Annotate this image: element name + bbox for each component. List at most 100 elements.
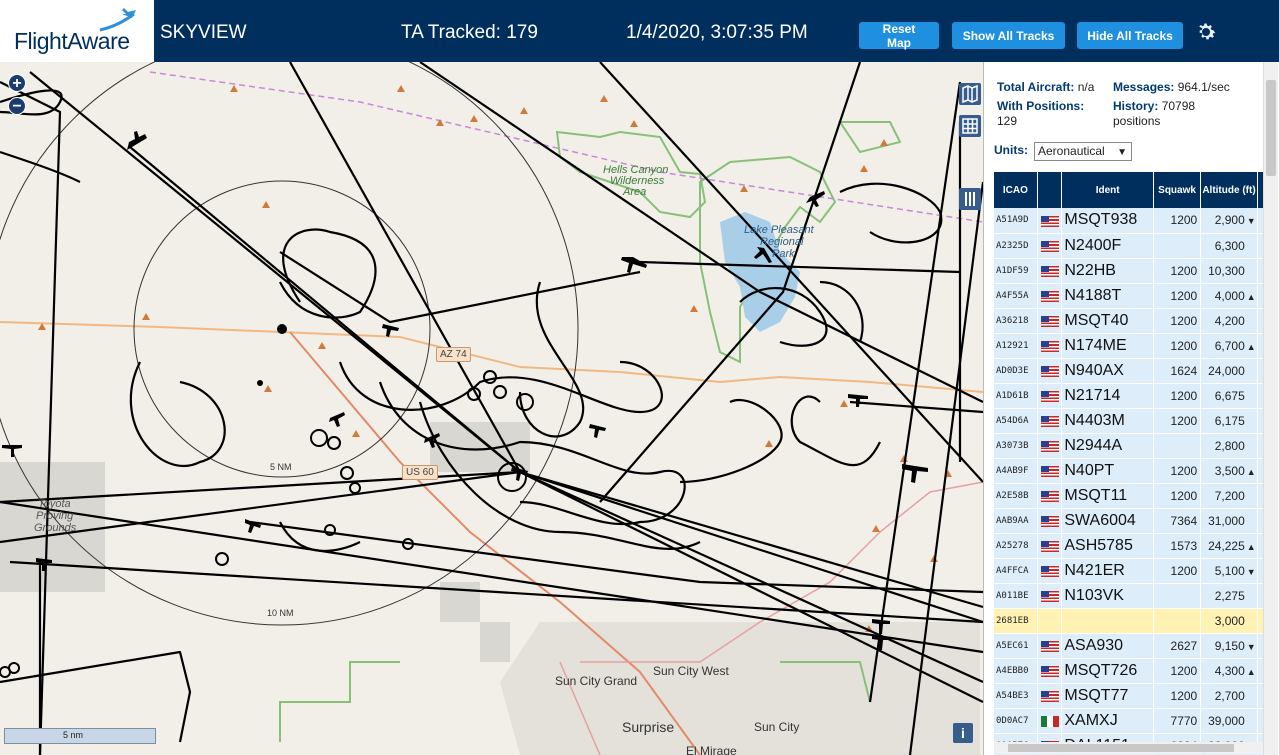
flag-usa-icon xyxy=(1040,415,1059,427)
cell-icao: A5EC61 xyxy=(994,633,1038,659)
zoom-out-button[interactable]: − xyxy=(8,97,26,115)
table-row[interactable]: AAB9AA SWA6004 7364 31,000 xyxy=(994,508,1265,534)
cell-flag xyxy=(1037,633,1063,659)
cell-squawk: 1200 xyxy=(1153,208,1202,234)
units-select[interactable]: Aeronautical ▼ xyxy=(1034,142,1132,161)
column-toggle-icon[interactable] xyxy=(959,188,981,210)
cell-ident: SWA6004 xyxy=(1061,508,1154,534)
cell-flag xyxy=(1037,258,1063,284)
zoom-in-button[interactable]: + xyxy=(8,74,26,92)
altitude-value: 2,700 xyxy=(1214,688,1245,703)
cell-flag xyxy=(1037,308,1063,334)
cell-squawk xyxy=(1153,233,1202,259)
table-row[interactable]: A2E58B MSQT11 1200 7,200 xyxy=(994,483,1265,509)
flag-usa-icon xyxy=(1040,490,1059,502)
columns-icon xyxy=(965,192,975,206)
cell-icao: A36218 xyxy=(994,308,1038,334)
cell-flag xyxy=(1037,408,1063,434)
cell-altitude: 24,225 ▲ xyxy=(1200,533,1258,559)
cell-icao: A1DF59 xyxy=(994,258,1038,284)
table-row[interactable]: A25278 ASH5785 1573 24,225 ▲ xyxy=(994,533,1265,559)
cell-squawk: 1200 xyxy=(1153,383,1202,409)
cell-flag xyxy=(1037,483,1063,509)
cell-flag xyxy=(1037,333,1063,359)
app-title: SKYVIEW xyxy=(160,22,247,43)
map-label-lake-pleasant: Lake Pleasant xyxy=(744,224,814,236)
table-row[interactable]: A54D6A N4403M 1200 6,175 xyxy=(994,408,1265,434)
cell-altitude: 6,675 xyxy=(1200,383,1258,409)
cell-squawk: 1200 xyxy=(1153,258,1202,284)
cell-squawk: 7364 xyxy=(1153,508,1202,534)
cell-icao: A51A9D xyxy=(994,208,1038,234)
gear-icon[interactable] xyxy=(1194,20,1218,44)
table-row[interactable]: A12921 N174ME 1200 6,700 ▲ xyxy=(994,333,1265,359)
table-row[interactable]: A4F55A N4188T 1200 4,000 ▲ xyxy=(994,283,1265,309)
map-layers-icon[interactable] xyxy=(959,83,981,105)
map-canvas[interactable] xyxy=(0,62,983,755)
vertical-rate-icon: ▼ xyxy=(1246,216,1256,227)
logo-text: FlightAware xyxy=(14,28,130,54)
map-scale-bar: 5 nm xyxy=(4,728,156,744)
cell-icao: A54D6A xyxy=(994,408,1038,434)
cell-squawk: 1200 xyxy=(1153,458,1202,484)
table-row[interactable]: A36218 MSQT40 1200 4,200 xyxy=(994,308,1265,334)
cell-squawk: 1200 xyxy=(1153,283,1202,309)
horizontal-scroll-thumb[interactable] xyxy=(1008,744,1234,752)
show-all-tracks-button[interactable]: Show All Tracks xyxy=(952,22,1065,49)
table-row[interactable]: A51A9D MSQT938 1200 2,900 ▼ xyxy=(994,208,1265,234)
cell-ident: MSQT726 xyxy=(1061,658,1154,684)
cell-ident: N22HB xyxy=(1061,258,1154,284)
grid-toggle-icon[interactable] xyxy=(959,115,981,137)
map-label-sun-city-grand: Sun City Grand xyxy=(555,674,638,688)
flag-usa-icon xyxy=(1040,565,1059,577)
messages-value: 964.1/sec xyxy=(1177,80,1230,94)
scale-label: 5 nm xyxy=(63,730,84,740)
cell-flag xyxy=(1037,683,1063,709)
vertical-rate-icon: ▲ xyxy=(1246,341,1256,352)
table-row[interactable]: A54BE3 MSQT77 1200 2,700 xyxy=(994,683,1265,709)
col-icao[interactable]: ICAO xyxy=(994,172,1038,208)
table-row[interactable]: A1DF59 N22HB 1200 10,300 xyxy=(994,258,1265,284)
altitude-value: 6,175 xyxy=(1214,413,1245,428)
current-datetime: 1/4/2020, 3:07:35 PM xyxy=(626,22,808,43)
table-row[interactable]: A2325D N2400F 6,300 xyxy=(994,233,1265,259)
table-row[interactable]: A011BE N103VK 2,275 xyxy=(994,583,1265,609)
scroll-thumb[interactable] xyxy=(1266,80,1276,176)
cell-flag xyxy=(1037,708,1063,734)
map-label-park: Park xyxy=(772,248,795,260)
table-row[interactable]: 2681EB 3,000 xyxy=(994,608,1265,634)
map-view[interactable]: Hells Canyon Wilderness Area Lake Pleasa… xyxy=(0,62,983,755)
panel-scrollbar[interactable] xyxy=(1263,62,1278,755)
reset-map-button[interactable]: Reset Map xyxy=(859,22,939,50)
info-icon[interactable]: i xyxy=(953,723,973,743)
cell-ident: N2944A xyxy=(1061,433,1154,459)
table-row[interactable]: A3073B N2944A 2,800 xyxy=(994,433,1265,459)
flag-usa-icon xyxy=(1040,240,1059,252)
flag-usa-icon xyxy=(1040,640,1059,652)
table-row[interactable]: A4AB9F N40PT 1200 3,500 ▲ xyxy=(994,458,1265,484)
table-row[interactable]: A4FFCA N421ER 1200 5,100 ▼ xyxy=(994,558,1265,584)
cell-altitude: 10,300 xyxy=(1200,258,1258,284)
table-row[interactable]: A4EBB0 MSQT726 1200 4,300 ▲ xyxy=(994,658,1265,684)
flightaware-logo[interactable]: FlightAware xyxy=(0,0,154,62)
flag-usa-icon xyxy=(1040,440,1059,452)
flag-usa-icon xyxy=(1040,690,1059,702)
cell-squawk: 1200 xyxy=(1153,333,1202,359)
cell-icao: A3073B xyxy=(994,433,1038,459)
map-label-sun-city: Sun City xyxy=(754,720,800,734)
table-row[interactable]: A1D61B N21714 1200 6,675 xyxy=(994,383,1265,409)
altitude-value: 7,200 xyxy=(1214,488,1245,503)
col-flag[interactable] xyxy=(1037,172,1063,208)
cell-altitude: 39,000 xyxy=(1200,708,1258,734)
table-horizontal-scrollbar[interactable] xyxy=(994,742,1264,754)
col-squawk[interactable]: Squawk xyxy=(1153,172,1202,208)
cell-altitude: 4,000 ▲ xyxy=(1200,283,1258,309)
table-row[interactable]: 0D0AC7 XAMXJ 7770 39,000 xyxy=(994,708,1265,734)
altitude-value: 9,150 xyxy=(1214,638,1245,653)
col-altitude[interactable]: Altitude (ft) xyxy=(1200,172,1258,208)
hide-all-tracks-button[interactable]: Hide All Tracks xyxy=(1077,22,1183,49)
table-row[interactable]: A5EC61 ASA930 2627 9,150 ▼ xyxy=(994,633,1265,659)
table-row[interactable]: AD0D3E N940AX 1624 24,000 xyxy=(994,358,1265,384)
ta-tracked-count: TA Tracked: 179 xyxy=(401,22,538,43)
col-ident[interactable]: Ident xyxy=(1061,172,1154,208)
